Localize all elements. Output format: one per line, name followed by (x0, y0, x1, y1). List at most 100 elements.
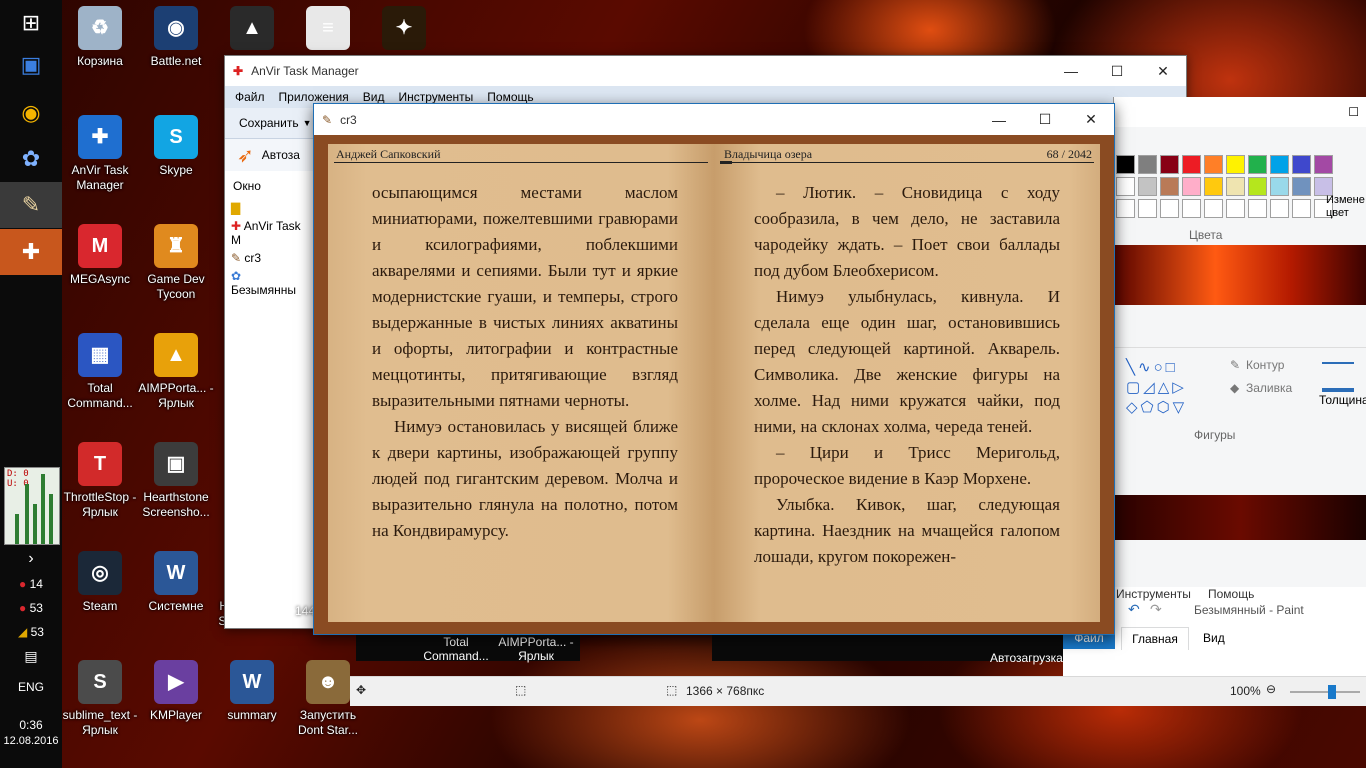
desktop-icon[interactable]: ✚ AnVir Task Manager (62, 115, 138, 193)
color-swatch[interactable] (1270, 177, 1289, 196)
tray-counter[interactable]: ● 14 (0, 577, 62, 591)
desktop-icon[interactable]: ▦ Total Command... (62, 333, 138, 411)
color-swatch[interactable] (1204, 155, 1223, 174)
zoom-slider-thumb[interactable] (1328, 685, 1336, 699)
desktop-icon[interactable]: W Системне (138, 551, 214, 614)
tree-item[interactable]: ✿ Безымянны (225, 267, 315, 299)
taskbar-app-cr3[interactable]: ✎ (0, 182, 62, 228)
desktop-icon[interactable]: ≡ (290, 6, 366, 54)
fill-label[interactable]: Заливка (1246, 381, 1292, 395)
color-swatch[interactable] (1292, 155, 1311, 174)
notifications-icon[interactable]: ▤ (0, 648, 62, 665)
left-page[interactable]: Анджей Сапковский осыпающимся местами ма… (328, 144, 714, 622)
desktop-icon[interactable]: S Skype (138, 115, 214, 178)
color-swatch[interactable] (1314, 155, 1333, 174)
color-swatch[interactable] (1116, 177, 1135, 196)
desktop-icon[interactable]: ♻ Корзина (62, 6, 138, 69)
paint-titlebar[interactable]: ☐ (1114, 97, 1366, 127)
custom-color-swatch[interactable] (1182, 199, 1201, 218)
maximize-icon[interactable]: ☐ (1022, 105, 1068, 135)
chevron-down-icon[interactable]: ▼ (303, 118, 312, 128)
menu-tools[interactable]: Инструменты (398, 90, 473, 104)
menu-apps[interactable]: Приложения (279, 90, 349, 104)
color-swatch[interactable] (1182, 177, 1201, 196)
size-icon[interactable] (1322, 362, 1354, 392)
tray-counter[interactable]: ◢ 53 (0, 625, 62, 639)
right-page[interactable]: Владычица озера 68 / 2042 – Лютик. – Сно… (714, 144, 1100, 622)
undo-icon[interactable]: ↶ (1128, 601, 1140, 618)
desktop-icon[interactable]: ◎ Steam (62, 551, 138, 614)
taskbar-app[interactable]: ▣ (0, 42, 62, 88)
tree-item[interactable]: ✎ cr3 (225, 249, 315, 267)
menu-help[interactable]: Помощь (1208, 587, 1254, 601)
view-tab[interactable]: Вид (1203, 627, 1225, 649)
desktop-icon[interactable]: ◉ Battle.net (138, 6, 214, 69)
shapes-gallery[interactable]: ╲∿○□ ▢◿△▷ ◇⬠⬡▽ (1126, 358, 1216, 416)
desktop-icon[interactable]: T ThrottleStop - Ярлык (62, 442, 138, 520)
outline-label[interactable]: Контур (1246, 358, 1284, 372)
tree-item[interactable]: ✚ AnVir Task M (225, 217, 315, 249)
home-tab[interactable]: Главная (1121, 627, 1189, 650)
color-swatch[interactable] (1138, 177, 1157, 196)
custom-color-swatch[interactable] (1138, 199, 1157, 218)
color-swatch[interactable] (1292, 177, 1311, 196)
clock-date[interactable]: 12.08.2016 (0, 735, 62, 747)
start-button[interactable]: ⊞ (0, 0, 62, 46)
color-swatch[interactable] (1248, 155, 1267, 174)
desktop-icon[interactable]: Wsummary (214, 660, 290, 723)
size-label[interactable]: Толщина (1319, 393, 1366, 407)
custom-color-swatch[interactable] (1204, 199, 1223, 218)
color-swatch[interactable] (1204, 177, 1223, 196)
edit-colors-label[interactable]: Измене цвет (1326, 194, 1366, 220)
minimize-icon[interactable]: — (976, 105, 1022, 135)
minimize-icon[interactable]: — (1048, 56, 1094, 86)
custom-color-swatch[interactable] (1292, 199, 1311, 218)
color-swatch[interactable] (1248, 177, 1267, 196)
taskbar-app[interactable]: ✿ (0, 136, 62, 182)
color-swatch[interactable] (1182, 155, 1201, 174)
taskbar-app-anvir[interactable]: ✚ (0, 229, 62, 275)
tree-item[interactable]: ▇ (225, 199, 315, 217)
zoom-slider[interactable] (1290, 685, 1360, 699)
menu-view[interactable]: Вид (363, 90, 385, 104)
color-swatch[interactable] (1116, 155, 1135, 174)
custom-color-swatch[interactable] (1116, 199, 1135, 218)
menu-instruments[interactable]: Инструменты (1116, 587, 1191, 601)
clock-time[interactable]: 0:36 (0, 718, 62, 732)
color-swatch[interactable] (1270, 155, 1289, 174)
thumb-total-command[interactable]: Total Command... (418, 635, 494, 663)
redo-icon[interactable]: ↷ (1150, 601, 1162, 618)
menu-file[interactable]: Файл (235, 90, 265, 104)
menu-help[interactable]: Помощь (487, 90, 533, 104)
save-button[interactable]: Сохранить (239, 116, 299, 130)
desktop-icon[interactable]: Ssublime_text - Ярлык (62, 660, 138, 738)
thumb-autorun[interactable]: Автозагрузка (990, 651, 1063, 665)
desktop-icon[interactable]: ▣ Hearthstone Screensho... (138, 442, 214, 520)
color-swatch[interactable] (1138, 155, 1157, 174)
anvir-titlebar[interactable]: ✚ AnVir Task Manager — ☐ ✕ (225, 56, 1186, 86)
custom-color-swatch[interactable] (1270, 199, 1289, 218)
desktop-icon[interactable]: ▶ KMPlayer (138, 660, 214, 723)
cr3-titlebar[interactable]: ✎ cr3 — ☐ ✕ (314, 104, 1114, 135)
custom-color-swatch[interactable] (1226, 199, 1245, 218)
desktop-icon[interactable]: ♜ Game Dev Tycoon (138, 224, 214, 302)
book-spread[interactable]: Анджей Сапковский осыпающимся местами ма… (328, 144, 1100, 622)
color-swatch[interactable] (1226, 177, 1245, 196)
tray-counter[interactable]: ● 53 (0, 601, 62, 615)
color-swatch[interactable] (1160, 177, 1179, 196)
desktop-icon[interactable]: M MEGAsync (62, 224, 138, 287)
desktop-icon[interactable]: ✦ (366, 6, 442, 54)
close-icon[interactable]: ✕ (1068, 105, 1114, 135)
close-icon[interactable]: ✕ (1140, 56, 1186, 86)
taskbar-app[interactable]: ◉ (0, 90, 62, 136)
autorun-tab[interactable]: Автоза (262, 148, 300, 162)
zoom-out-icon[interactable]: ⊖ (1266, 682, 1276, 696)
color-swatch[interactable] (1226, 155, 1245, 174)
show-hidden-icons[interactable]: › (0, 550, 62, 568)
custom-color-swatch[interactable] (1248, 199, 1267, 218)
cr3-window[interactable]: ✎ cr3 — ☐ ✕ Анджей Сапковский осыпающимс… (313, 103, 1115, 635)
maximize-icon[interactable]: ☐ (1094, 56, 1140, 86)
desktop-icon[interactable]: ▲ (214, 6, 290, 54)
color-swatch[interactable] (1160, 155, 1179, 174)
language-indicator[interactable]: ENG (0, 680, 62, 694)
